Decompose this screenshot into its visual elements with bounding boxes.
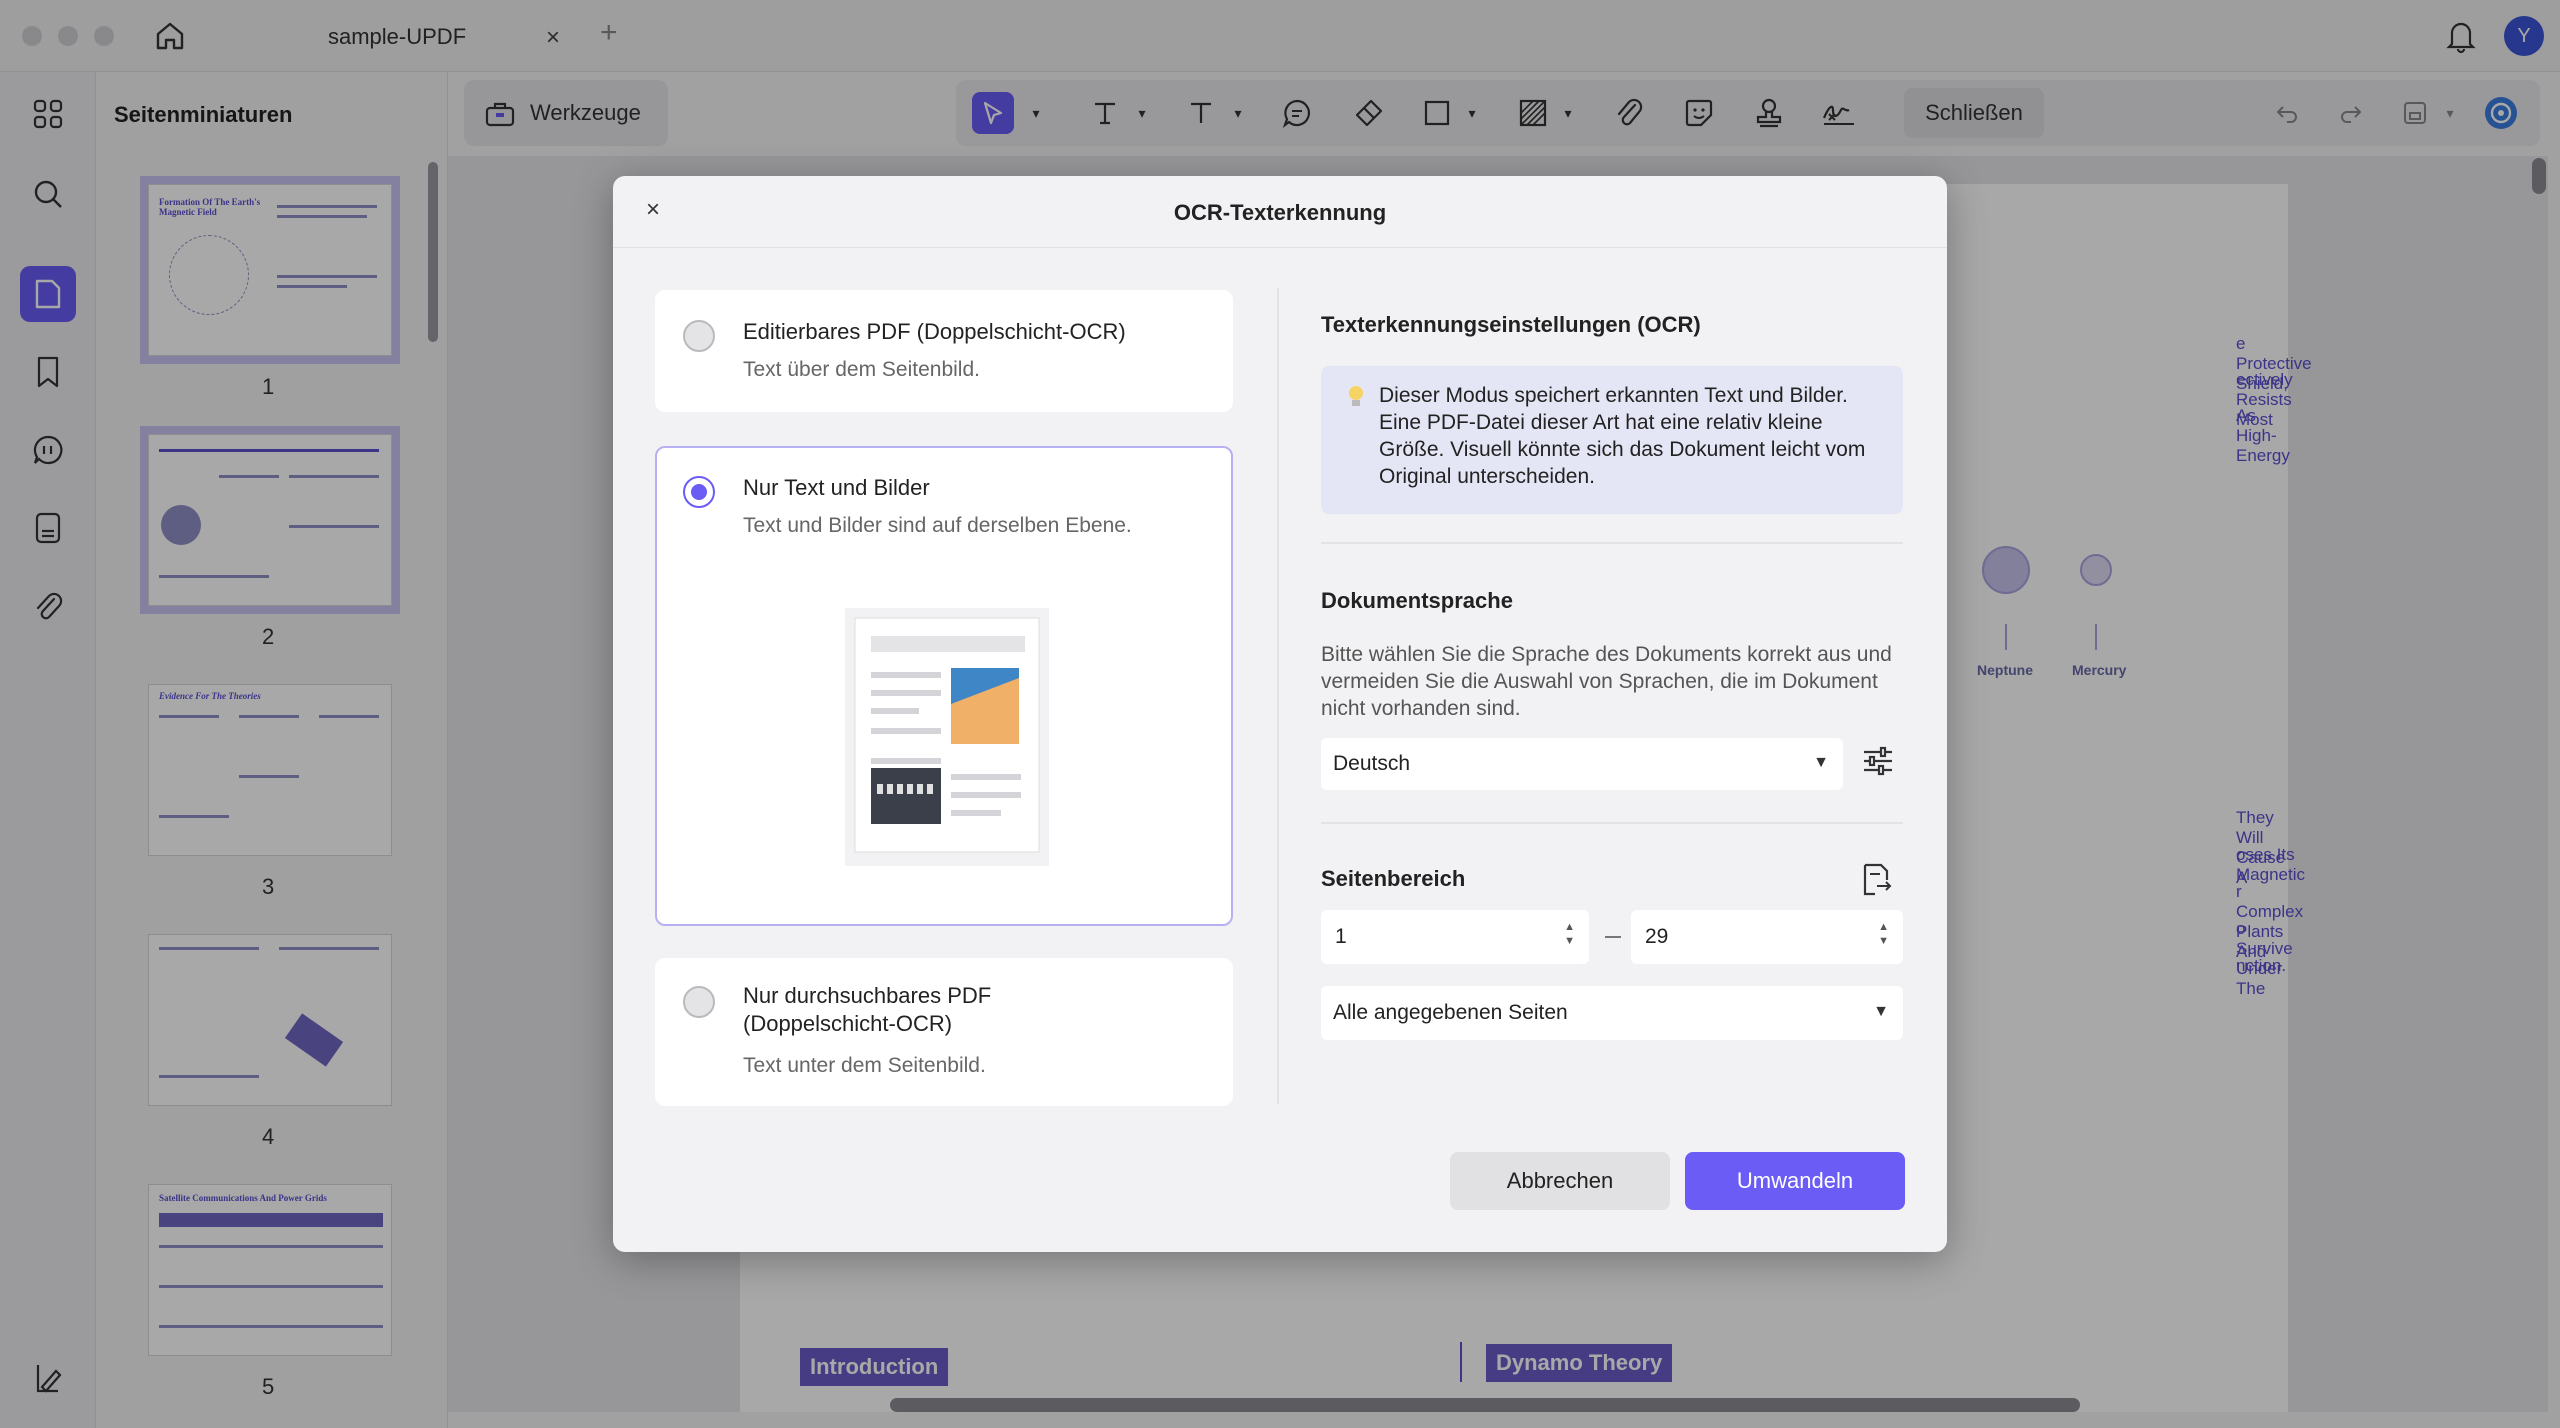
- ocr-settings-title: Texterkennungseinstellungen (OCR): [1321, 312, 1701, 337]
- option-title-line2: (Doppelschicht-OCR): [743, 1011, 953, 1036]
- document-illustration: [845, 608, 1049, 866]
- radio-editable-pdf[interactable]: [683, 320, 715, 352]
- language-value: Deutsch: [1333, 752, 1411, 775]
- range-to-value: 29: [1645, 925, 1669, 948]
- page-range-title: Seitenbereich: [1321, 866, 1466, 891]
- dialog-title: OCR-Texterkennung: [1173, 200, 1387, 225]
- option-subtitle: Text unter dem Seitenbild.: [743, 1054, 986, 1077]
- stepper-arrows-icon[interactable]: ▲ ▼: [1878, 920, 1889, 948]
- language-description: Bitte wählen Sie die Sprache des Dokumen…: [1321, 643, 1892, 720]
- page-range-mode-select[interactable]: Alle angegebenen Seiten ▼: [1321, 986, 1903, 1040]
- range-mode-value: Alle angegebenen Seiten: [1333, 1001, 1568, 1024]
- radio-text-and-images[interactable]: [683, 476, 715, 508]
- option-text-and-images[interactable]: Nur Text und Bilder Text und Bilder sind…: [655, 446, 1233, 926]
- option-searchable-pdf[interactable]: Nur durchsuchbares PDF (Doppelschicht-OC…: [655, 958, 1233, 1106]
- language-select[interactable]: Deutsch ▼: [1321, 738, 1843, 790]
- hint-box: Dieser Modus speichert erkannten Text un…: [1321, 366, 1903, 514]
- page-range-from-input[interactable]: 1 ▲ ▼: [1321, 910, 1589, 964]
- ocr-dialog: × OCR-Texterkennung Editierbares PDF (Do…: [613, 176, 1947, 1252]
- cancel-button[interactable]: Abbrechen: [1450, 1152, 1670, 1210]
- dialog-header: × OCR-Texterkennung: [613, 176, 1947, 248]
- lightbulb-icon: [1349, 386, 1363, 406]
- option-subtitle: Text und Bilder sind auf derselben Ebene…: [743, 514, 1132, 537]
- option-title: Nur Text und Bilder: [743, 475, 930, 500]
- chevron-down-icon: ▼: [1873, 1003, 1889, 1020]
- hint-text: Dieser Modus speichert erkannten Text un…: [1379, 384, 1866, 488]
- stepper-arrows-icon[interactable]: ▲ ▼: [1564, 920, 1575, 948]
- convert-button[interactable]: Umwandeln: [1685, 1152, 1905, 1210]
- separator: [1321, 542, 1903, 544]
- page-range-icon[interactable]: [1859, 862, 1893, 898]
- sliders-icon[interactable]: [1861, 744, 1895, 778]
- option-title: Editierbares PDF (Doppelschicht-OCR): [743, 319, 1126, 344]
- language-title: Dokumentsprache: [1321, 588, 1513, 613]
- chevron-down-icon: ▼: [1813, 754, 1829, 771]
- dialog-divider: [1277, 288, 1279, 1104]
- separator: [1321, 822, 1903, 824]
- option-title: Nur durchsuchbares PDF: [743, 983, 992, 1008]
- page-range-to-input[interactable]: 29 ▲ ▼: [1631, 910, 1903, 964]
- option-subtitle: Text über dem Seitenbild.: [743, 358, 980, 381]
- range-dash: [1605, 936, 1621, 938]
- option-editable-pdf[interactable]: Editierbares PDF (Doppelschicht-OCR) Tex…: [655, 290, 1233, 412]
- range-from-value: 1: [1335, 925, 1347, 948]
- radio-searchable-pdf[interactable]: [683, 986, 715, 1018]
